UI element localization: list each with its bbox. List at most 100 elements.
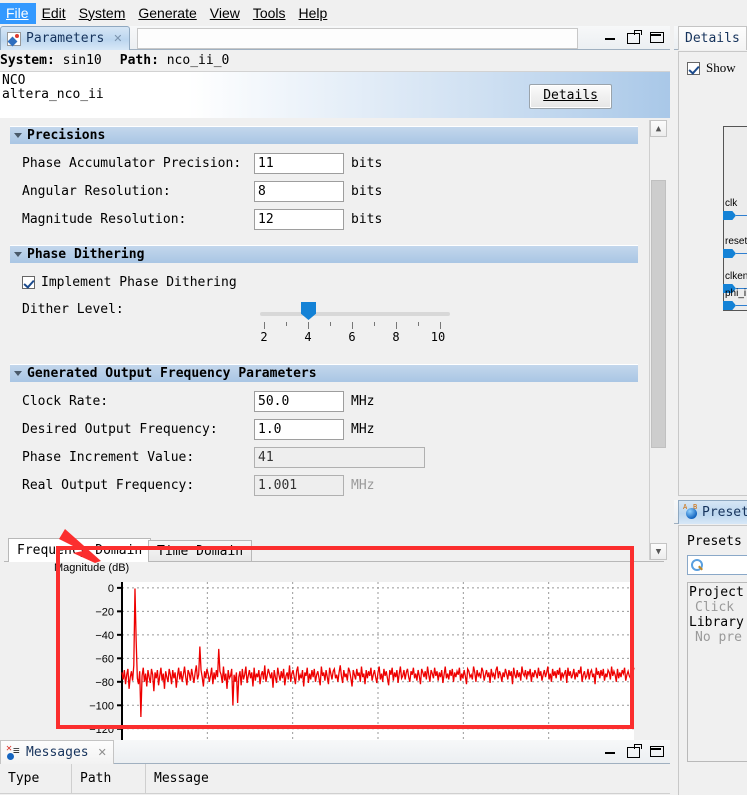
checkbox-implement-phase-dithering[interactable] [22, 275, 35, 289]
messages-icon [6, 743, 21, 760]
menu-item-system[interactable]: System [73, 3, 133, 24]
input-magnitude-resolution[interactable] [254, 208, 344, 230]
field-row-desired-output-frequency: Desired Output Frequency: MHz [22, 415, 648, 443]
tree-node-project[interactable]: Project [689, 585, 747, 600]
presets-panel: AB Presets Presets Project Click Library… [674, 500, 747, 795]
messages-window-buttons [604, 744, 664, 758]
parameters-vertical-scrollbar[interactable]: ▲ ▼ [649, 120, 667, 560]
menu-view-label: View [209, 4, 240, 21]
input-clock-rate[interactable] [254, 390, 344, 412]
label-implement-phase-dithering: Implement Phase Dithering [41, 274, 237, 290]
menu-item-file[interactable]: File [0, 2, 36, 24]
tab-messages[interactable]: Messages ✕ [0, 740, 114, 764]
maximize-icon[interactable] [627, 30, 642, 44]
scroll-up-icon[interactable]: ▲ [650, 120, 667, 137]
column-header-path[interactable]: Path [72, 763, 146, 794]
minimize-icon[interactable] [604, 744, 618, 757]
slider-thumb[interactable] [301, 302, 316, 320]
svg-text:−20: −20 [95, 606, 114, 618]
input-desired-output-frequency[interactable] [254, 418, 344, 440]
tree-node-library[interactable]: Library [689, 615, 747, 630]
details-titlebar: Details [674, 26, 747, 50]
tree-leaf-click[interactable]: Click [689, 600, 747, 615]
column-header-type[interactable]: Type [0, 763, 72, 794]
unit-magnitude-resolution: bits [351, 211, 383, 227]
tab-time-domain-label: Time Domain [157, 543, 244, 559]
port-wire [736, 215, 747, 216]
spectrum-chart: Magnitude (dB) 0−20−40−60−80−100−120−140 [4, 562, 664, 764]
section-phase-dithering-header[interactable]: Phase Dithering [10, 245, 638, 263]
port-reset-label: reset [725, 236, 747, 247]
slider-ticks [260, 322, 450, 329]
messages-titlebar: Messages ✕ [0, 740, 670, 764]
menu-item-view[interactable]: View [204, 3, 247, 24]
scrollbar-thumb[interactable] [651, 180, 666, 448]
presets-body: Presets Project Click Library No pre [678, 525, 747, 795]
system-label: System: [0, 53, 55, 68]
port-wire [736, 253, 747, 254]
field-row-dither-level: Dither Level: 2 4 6 8 10 [22, 296, 648, 352]
collapse-triangle-icon[interactable] [14, 252, 22, 257]
details-button-label: Details [543, 88, 598, 103]
presets-titlebar: AB Presets [674, 500, 747, 524]
unit-clock-rate: MHz [351, 393, 375, 409]
label-magnitude-resolution: Magnitude Resolution: [22, 211, 187, 227]
checkbox-show[interactable] [687, 61, 700, 75]
collapse-triangle-icon[interactable] [14, 371, 22, 376]
tree-leaf-no-presets[interactable]: No pre [689, 630, 747, 645]
section-output-frequency-body: Clock Rate: MHz Desired Output Frequency… [0, 382, 648, 505]
presets-icon: AB [683, 503, 698, 520]
menu-help-label: Help [298, 4, 328, 21]
tab-presets-label: Presets [702, 505, 747, 520]
close-icon[interactable]: ✕ [113, 32, 122, 45]
port-phi-i-label: phi_i [725, 288, 747, 299]
menu-item-generate[interactable]: Generate [132, 3, 203, 24]
section-output-frequency-header[interactable]: Generated Output Frequency Parameters [10, 364, 638, 382]
tab-time-domain[interactable]: Time Domain [148, 540, 253, 562]
field-row-phase-increment-value: Phase Increment Value: [22, 443, 648, 471]
field-row-magnitude-resolution: Magnitude Resolution: bits [22, 205, 648, 233]
parameters-window-buttons [604, 30, 664, 44]
unit-phase-accumulator-precision: bits [351, 155, 383, 171]
presets-tree[interactable]: Project Click Library No pre [687, 582, 747, 762]
tab-parameters[interactable]: Parameters ✕ [0, 26, 130, 50]
maximize-icon[interactable] [627, 744, 642, 758]
tab-parameters-label: Parameters [26, 31, 105, 46]
port-arrow-icon [723, 211, 736, 220]
menu-item-edit[interactable]: Edit [36, 3, 73, 24]
close-icon[interactable]: ✕ [98, 746, 107, 759]
svg-text:−100: −100 [89, 700, 114, 712]
parameters-titlebar: Parameters ✕ [0, 26, 670, 50]
slider-tick-2: 2 [260, 330, 268, 344]
field-row-angular-resolution: Angular Resolution: bits [22, 177, 648, 205]
search-icon [691, 559, 703, 571]
tab-presets[interactable]: AB Presets [678, 500, 747, 524]
menu-item-help[interactable]: Help [293, 3, 335, 24]
restore-icon[interactable] [650, 744, 664, 757]
slider-dither-level[interactable]: 2 4 6 8 10 [260, 296, 450, 344]
slider-track[interactable] [260, 312, 450, 316]
menu-edit-label: Edit [41, 4, 66, 21]
input-phase-accumulator-precision[interactable] [254, 152, 344, 174]
details-button[interactable]: Details [529, 84, 612, 109]
unit-desired-output-frequency: MHz [351, 421, 375, 437]
menu-item-tools[interactable]: Tools [247, 3, 293, 24]
menu-file-label: File [6, 4, 29, 21]
svg-text:−80: −80 [95, 677, 114, 689]
restore-icon[interactable] [650, 30, 664, 43]
label-clock-rate: Clock Rate: [22, 393, 109, 409]
label-phase-accumulator-precision: Phase Accumulator Precision: [22, 155, 242, 171]
minimize-icon[interactable] [604, 30, 618, 43]
label-dither-level: Dither Level: [22, 302, 124, 317]
presets-heading: Presets [687, 534, 742, 549]
details-body: Show clk reset clken phi_i [678, 51, 747, 496]
presets-search-field[interactable] [687, 555, 747, 575]
column-header-message[interactable]: Message [146, 764, 666, 794]
collapse-triangle-icon[interactable] [14, 133, 22, 138]
field-row-phase-accumulator-precision: Phase Accumulator Precision: bits [22, 149, 648, 177]
tab-messages-label: Messages [26, 745, 89, 760]
input-angular-resolution[interactable] [254, 180, 344, 202]
tab-details[interactable]: Details [678, 26, 747, 50]
input-phase-increment-value [254, 446, 425, 468]
section-precisions-header[interactable]: Precisions [10, 126, 638, 144]
